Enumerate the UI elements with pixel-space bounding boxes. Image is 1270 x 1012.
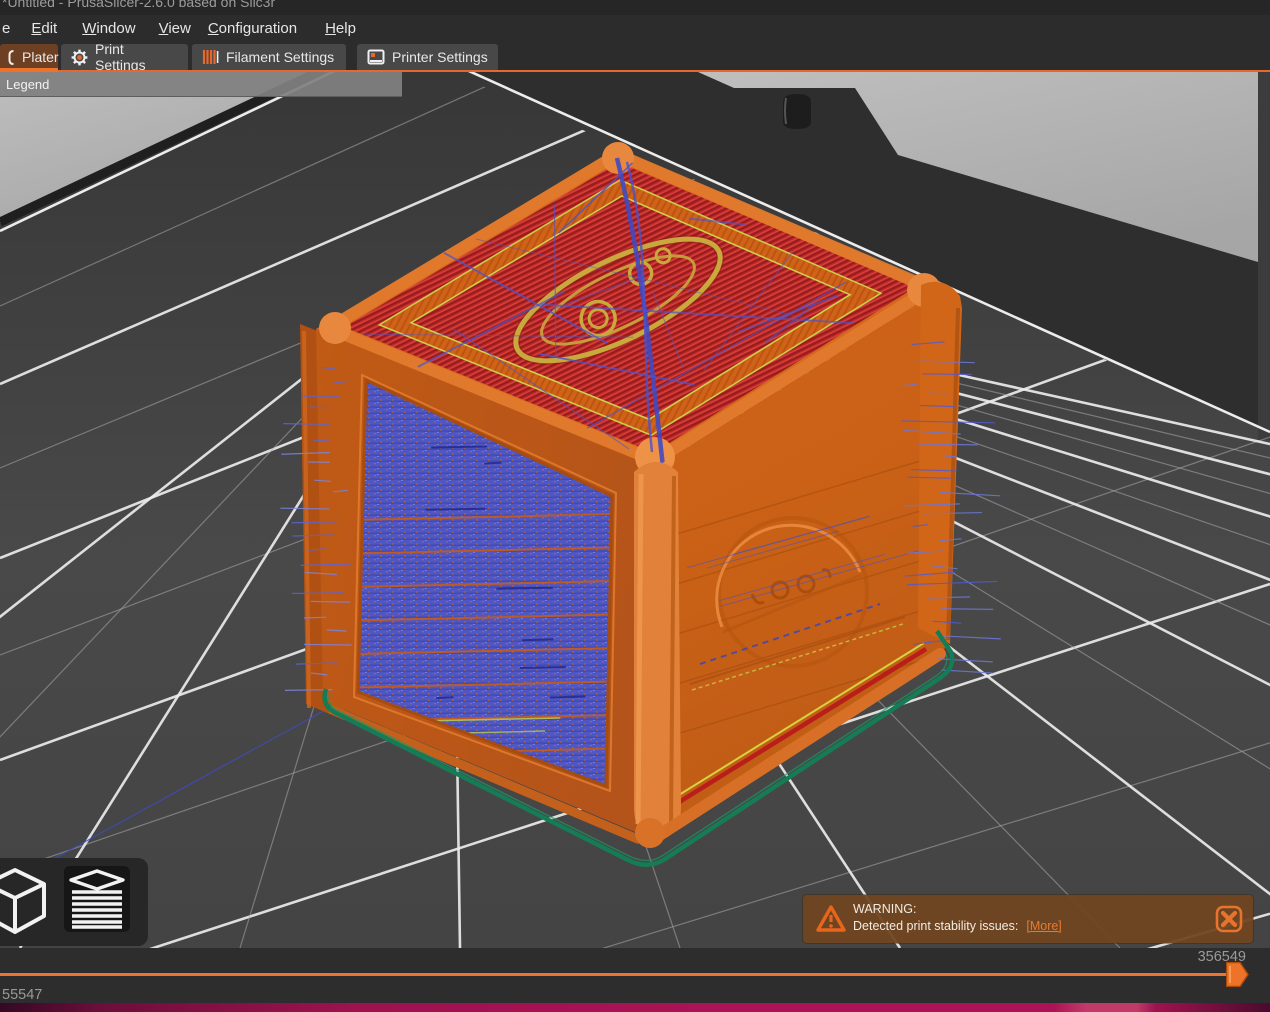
bed-knob (783, 94, 811, 129)
tab-label: Filament Settings (226, 49, 334, 65)
warning-more-link[interactable]: [More] (1026, 919, 1061, 933)
slider-min-value: 55547 (2, 987, 42, 1003)
tab-label: Printer Settings (392, 49, 488, 65)
editor-view-button[interactable] (0, 864, 52, 938)
menu-window[interactable]: Window (74, 18, 143, 39)
menu-file-partial[interactable]: e (0, 18, 18, 39)
warning-message: Detected print stability issues: (853, 919, 1018, 933)
tab-bar: Plater Print Settings Filamen (0, 41, 1270, 72)
prusaslicer-window: { "window": { "title": "*Untitled - Prus… (0, 0, 1270, 1012)
warning-icon (816, 905, 846, 933)
filament-icon (202, 49, 219, 65)
gear-icon (71, 49, 88, 66)
printer-icon (367, 49, 385, 65)
preview-scene[interactable] (0, 72, 1270, 948)
plater-icon (8, 50, 15, 65)
tab-printer-settings[interactable]: Printer Settings (357, 44, 498, 70)
warning-notification: WARNING: Detected print stability issues… (803, 895, 1253, 943)
tab-plater[interactable]: Plater (0, 44, 58, 70)
menu-view[interactable]: View (151, 18, 199, 39)
bed-knob-highlight (785, 98, 786, 124)
slider-handle[interactable] (1226, 962, 1250, 987)
slider-track[interactable] (0, 973, 1233, 976)
tab-label: Plater (22, 49, 59, 65)
menu-edit[interactable]: Edit (23, 18, 65, 39)
tab-label: Print Settings (95, 41, 178, 73)
warning-title: WARNING: (853, 901, 1062, 918)
viewport-3d[interactable]: Legend (0, 72, 1270, 948)
menu-bar: e Edit Window View Configuration Help (0, 15, 1270, 41)
layers-icon (64, 866, 130, 932)
tab-filament-settings[interactable]: Filament Settings (192, 44, 346, 70)
bumper-bottom-front (635, 818, 665, 848)
title-bar: *Untitled - PrusaSlicer-2.6.0 based on S… (0, 0, 1270, 15)
legend-panel-header[interactable]: Legend (0, 72, 402, 97)
legend-label: Legend (6, 77, 49, 92)
menu-configuration[interactable]: Configuration (200, 18, 305, 39)
warning-text: WARNING: Detected print stability issues… (853, 901, 1062, 935)
pillar-front-highlight (638, 474, 641, 824)
tab-print-settings[interactable]: Print Settings (61, 44, 188, 70)
menu-help[interactable]: Help (317, 18, 364, 39)
bumper-left (319, 312, 351, 344)
warning-close-button[interactable] (1215, 905, 1243, 933)
preview-view-button[interactable] (64, 866, 130, 932)
progress-strip (0, 1003, 1270, 1012)
window-title: *Untitled - PrusaSlicer-2.6.0 based on S… (2, 0, 1270, 10)
view-mode-switcher (0, 858, 148, 946)
moves-slider-bar: 356549 55547 (0, 948, 1270, 1003)
scene-right-edge (1258, 72, 1270, 440)
